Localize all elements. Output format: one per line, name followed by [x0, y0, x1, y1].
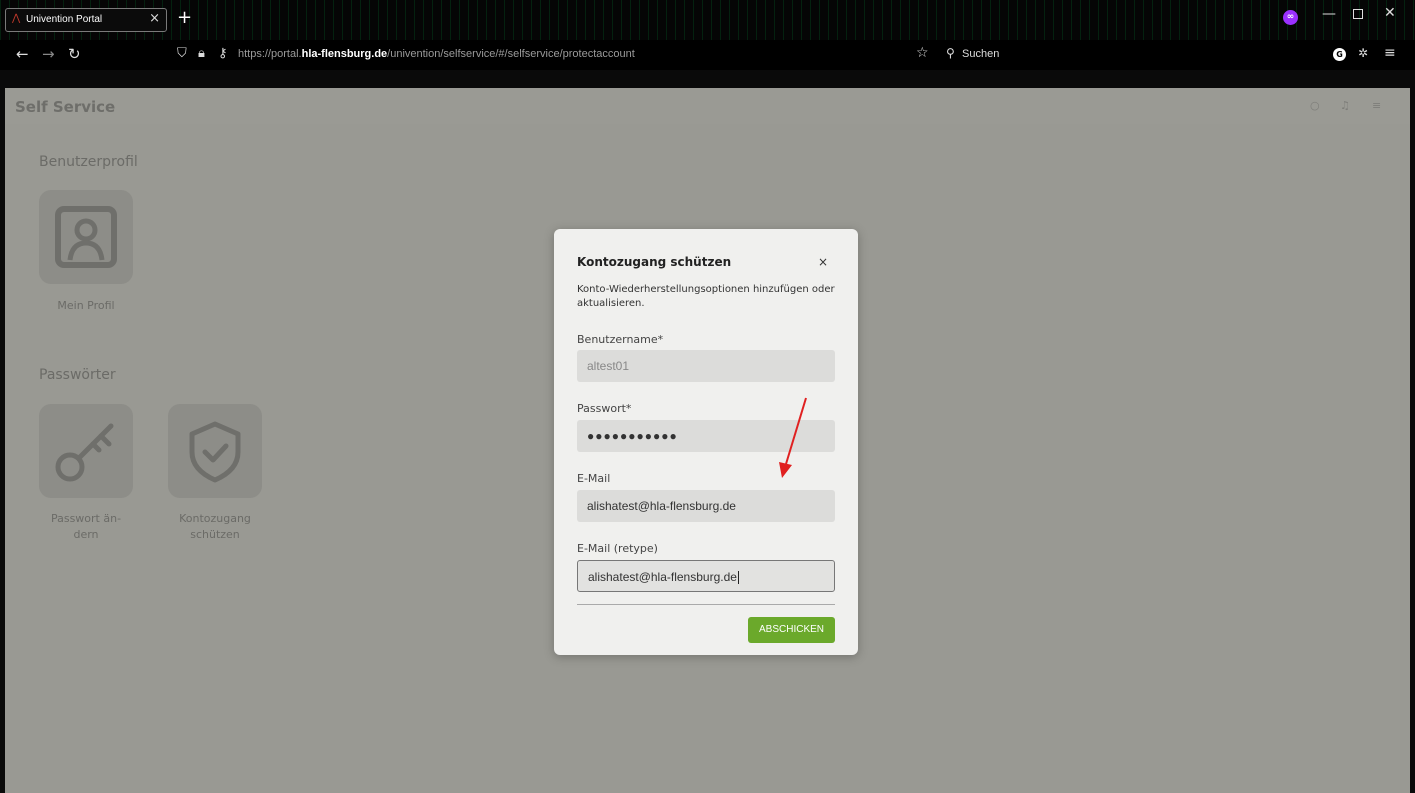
browser-tab[interactable]: ⋀ Univention Portal × — [5, 8, 167, 32]
header-menu-icon[interactable]: ≡ — [1372, 99, 1381, 112]
username-label: Benutzername* — [577, 333, 664, 346]
dialog-close-icon[interactable]: × — [818, 255, 828, 269]
hamburger-menu-icon[interactable]: ≡ — [1384, 45, 1396, 61]
tab-bar: ⋀ Univention Portal × + ∞ — ✕ — [0, 0, 1415, 40]
key-permission-icon[interactable]: ⚷ — [218, 46, 228, 62]
extension-icon[interactable]: ∞ — [1283, 10, 1298, 25]
email-input[interactable]: alishatest@hla-flensburg.de — [577, 490, 835, 522]
password-label: Passwort* — [577, 402, 632, 415]
tile-label-line: schützen — [190, 528, 240, 541]
window-close-icon[interactable]: ✕ — [1384, 5, 1396, 21]
user-portrait-icon — [55, 206, 117, 268]
submit-button[interactable]: ABSCHICKEN — [748, 617, 835, 643]
tile-label-kontozugang-schuetzen: Kontozugang schützen — [160, 511, 270, 543]
username-input[interactable]: altest01 — [577, 350, 835, 382]
dialog-title: Kontozugang schützen — [577, 255, 732, 269]
new-tab-button[interactable]: + — [177, 8, 192, 28]
key-icon — [55, 423, 114, 482]
bookmark-star-icon[interactable]: ☆ — [916, 45, 929, 61]
univention-favicon-icon: ⋀ — [12, 13, 21, 24]
header-search-icon[interactable]: ○ — [1310, 99, 1320, 112]
annotation-arrow-icon — [779, 397, 807, 478]
back-arrow-icon[interactable]: ← — [16, 46, 29, 62]
url-domain: hla-flensburg.de — [301, 48, 388, 60]
tile-label-line: dern — [73, 528, 99, 541]
tile-label-passwort-aendern: Passwort än- dern — [31, 511, 141, 543]
notification-bell-icon[interactable]: ♫ — [1340, 99, 1350, 112]
navigation-bar: ← → ↻ ⛉ 🔒︎ ⚷ https://portal.hla-flensbur… — [0, 40, 1415, 70]
email-retype-input[interactable]: alishatest@hla-flensburg.de — [577, 560, 835, 592]
tab-title: Univention Portal — [26, 14, 103, 25]
dialog-divider — [577, 604, 835, 605]
forward-arrow-icon[interactable]: → — [42, 46, 55, 62]
section-title-passwoerter: Passwörter — [39, 367, 116, 383]
tile-label-mein-profil: Mein Profil — [57, 299, 115, 312]
shield-check-icon — [189, 421, 241, 483]
tile-label-line: Kontozugang — [179, 512, 251, 525]
tile-label-line: Passwort än- — [50, 512, 122, 525]
account-avatar-icon[interactable]: G — [1333, 48, 1346, 61]
reload-icon[interactable]: ↻ — [68, 46, 81, 62]
page-title: Self Service — [15, 98, 116, 116]
tracking-shield-icon[interactable]: ⛉ — [177, 46, 187, 62]
page-header: Self Service ○ ♫ ≡ — [5, 88, 1410, 124]
text-cursor — [737, 571, 739, 585]
tile-passwort-aendern[interactable] — [39, 404, 133, 498]
address-bar[interactable]: https://portal.hla-flensburg.de/univenti… — [238, 48, 635, 60]
email-retype-value: alishatest@hla-flensburg.de — [588, 570, 737, 584]
section-title-benutzerprofil: Benutzerprofil — [39, 154, 138, 170]
search-field[interactable]: Suchen — [962, 48, 999, 60]
lock-icon[interactable]: 🔒︎ — [198, 46, 205, 62]
browser-window: ⋀ Univention Portal × + ∞ — ✕ ← → ↻ ⛉ 🔒︎… — [0, 0, 1415, 793]
minimize-icon[interactable]: — — [1322, 6, 1336, 22]
tab-close-icon[interactable]: × — [149, 12, 160, 26]
url-path: /univention/selfservice/#/selfservice/pr… — [387, 48, 635, 60]
extensions-puzzle-icon[interactable]: ✲ — [1358, 46, 1368, 60]
email-retype-label: E-Mail (retype) — [577, 542, 658, 555]
tile-mein-profil[interactable] — [39, 190, 133, 284]
dialog-description: Konto-Wiederherstellungsoptionen hinzufü… — [577, 284, 835, 309]
email-label: E-Mail — [577, 472, 611, 485]
url-prefix: https://portal. — [238, 48, 302, 60]
maximize-icon[interactable] — [1353, 9, 1363, 19]
tile-kontozugang-schuetzen[interactable] — [168, 404, 262, 498]
search-icon: ⚲ — [946, 46, 955, 60]
